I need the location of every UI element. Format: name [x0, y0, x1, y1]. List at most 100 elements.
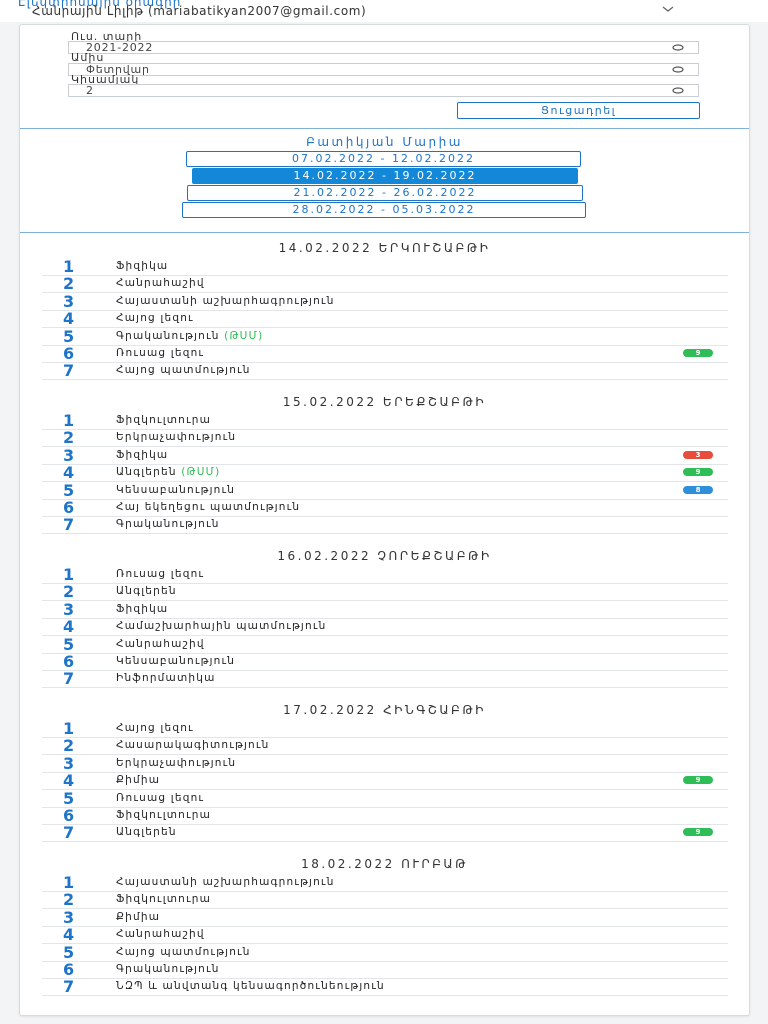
lesson-row: 2 Հասարակագիտություն	[42, 736, 728, 756]
grade-badge[interactable]: 8	[683, 485, 713, 494]
lesson-row: 3 Երկրաչափություն	[42, 753, 728, 773]
diary-card: Ուս. տարի 2021-2022 Ամիս Փետրվար Կիսամյա…	[19, 24, 750, 1016]
day-header: 15.02.2022 ԵՐԵՔՇԱԲԹԻ	[282, 395, 487, 409]
subject-name: Ֆիզկուլտուրա	[116, 414, 212, 426]
lesson-row: 1 Ռուսաց լեզու	[42, 565, 728, 584]
lesson-number: 2	[63, 736, 75, 756]
lesson-subject: Կենսաբանություն	[116, 484, 235, 496]
subject-name: Ֆիզկուլտուրա	[116, 893, 212, 906]
lesson-number: 4	[63, 771, 75, 791]
lesson-subject: Ֆիզիկա	[116, 260, 168, 272]
subject-name: Գրականություն	[116, 963, 220, 975]
lesson-number: 2	[63, 582, 75, 602]
lesson-row: 5 Կենսաբանություն 8	[42, 480, 728, 500]
lesson-row: 1 Հայոց լեզու	[42, 719, 728, 738]
top-bar: Էլեկտրոնային օրագիր Հանրային Լիլիթ (mari…	[0, 0, 768, 22]
lesson-row: 3 Ֆիզիկա	[42, 599, 728, 619]
lesson-subject: Ֆիզկուլտուրա	[116, 893, 211, 905]
lesson-subject: Հայաստանի աշխարհագրություն	[116, 876, 335, 888]
lesson-subject: Հանրահաշիվ	[116, 277, 205, 289]
year-select[interactable]: 2021-2022	[68, 41, 699, 54]
subject-name: Ֆիզկուլտուրա	[116, 809, 212, 821]
lesson-number: 3	[63, 291, 75, 311]
subject-name: Ֆիզիկա	[116, 602, 169, 615]
lesson-number: 5	[63, 634, 75, 654]
lesson-row: 3 Քիմիա	[42, 907, 728, 927]
lesson-subject: Հայոց լեզու	[116, 312, 194, 324]
lesson-row: 7 Գրականություն	[42, 515, 728, 535]
lesson-number: 6	[63, 652, 75, 671]
lesson-row: 6 Հայ եկեղեցու պատմություն	[42, 498, 728, 517]
lesson-subject: Գրականություն	[116, 518, 220, 530]
lesson-number: 1	[63, 257, 75, 276]
lesson-number: 2	[63, 428, 75, 448]
grade-badge[interactable]: 9	[683, 776, 713, 785]
subject-name: Կենսաբանություն	[116, 655, 236, 667]
lesson-row: 6 Գրականություն	[42, 960, 728, 979]
week-button[interactable]: 14.02.2022 - 19.02.2022	[192, 168, 578, 184]
lesson-subject: Հանրահաշիվ	[116, 928, 205, 940]
divider	[20, 232, 749, 233]
lesson-row: 1 Ֆիզիկա	[42, 257, 728, 276]
subject-name: ՆԶՊ և անվտանգ կենսագործունեություն	[116, 980, 385, 993]
dropdown-arrow-icon	[672, 66, 684, 73]
subject-name: Ֆիզիկա	[116, 260, 169, 272]
lesson-number: 1	[63, 873, 75, 892]
month-select[interactable]: Փետրվար	[68, 63, 699, 76]
dropdown-arrow-icon	[672, 44, 684, 51]
lesson-number: 5	[63, 480, 75, 500]
lesson-row: 6 Ֆիզկուլտուրա	[42, 806, 728, 825]
semester-value: 2	[86, 84, 94, 97]
grade-badge[interactable]: 3	[683, 450, 713, 459]
lesson-subject: Հանրահաշիվ	[116, 638, 205, 650]
lesson-number: 4	[63, 463, 75, 483]
subject-name: Ինֆորմատիկա	[116, 672, 216, 685]
grade-badge[interactable]: 9	[683, 349, 713, 357]
lesson-number: 2	[63, 890, 75, 910]
lesson-row: 7 ՆԶՊ և անվտանգ կենսագործունեություն	[42, 977, 728, 997]
semester-select[interactable]: 2	[68, 84, 699, 97]
show-button[interactable]: Ցուցադրել	[457, 102, 700, 119]
lesson-subject: Ռուսաց լեզու	[116, 568, 204, 580]
subject-name: Անգլերեն	[116, 466, 177, 479]
lesson-subject: Քիմիա	[116, 911, 160, 923]
subject-name: Հասարակագիտություն	[116, 739, 270, 752]
day-header: 18.02.2022 ՈՒՐԲԱԹ	[301, 857, 468, 871]
lesson-number: 7	[63, 823, 75, 843]
lesson-number: 3	[63, 753, 75, 773]
lesson-row: 4 Համաշխարհային պատմություն	[42, 617, 728, 637]
week-button[interactable]: 28.02.2022 - 05.03.2022	[182, 202, 586, 218]
lesson-number: 7	[63, 515, 75, 535]
chevron-down-icon[interactable]	[660, 2, 676, 16]
dropdown-arrow-icon	[672, 87, 684, 94]
lesson-number: 4	[63, 617, 75, 637]
lesson-row: 3 Հայաստանի աշխարհագրություն	[42, 291, 728, 311]
grade-badge[interactable]: 9	[683, 468, 713, 477]
lesson-number: 1	[63, 411, 75, 430]
week-button[interactable]: 07.02.2022 - 12.02.2022	[186, 151, 581, 167]
lesson-subject: Հասարակագիտություն	[116, 739, 269, 751]
subject-name: Ռուսաց լեզու	[116, 791, 205, 804]
lesson-number: 5	[63, 326, 75, 346]
user-account[interactable]: Հանրային Լիլիթ (mariabatikyan2007@gmail.…	[32, 4, 366, 18]
grade-badge[interactable]: 9	[683, 828, 713, 837]
lesson-number: 3	[63, 907, 75, 927]
lesson-subject: Ֆիզիկա	[116, 449, 168, 461]
lesson-subject: Ռուսաց լեզու	[116, 792, 204, 804]
lesson-row: 2 Ֆիզկուլտուրա	[42, 890, 728, 910]
subject-name: Հանրահաշիվ	[116, 928, 205, 941]
subject-name: Հայաստանի աշխարհագրություն	[116, 876, 335, 888]
lesson-subject: Երկրաչափություն	[116, 757, 236, 769]
lesson-row: 1 Ֆիզկուլտուրա	[42, 411, 728, 430]
lesson-number: 3	[63, 599, 75, 619]
lesson-row: 5 Հանրահաշիվ	[42, 634, 728, 654]
week-button[interactable]: 21.02.2022 - 26.02.2022	[187, 185, 583, 201]
lesson-number: 7	[63, 977, 75, 997]
lesson-subject: Անգլերեն (ԹՍՄ)	[116, 466, 220, 478]
lesson-number: 1	[63, 719, 75, 738]
lesson-subject: Անգլերեն	[116, 585, 177, 597]
lesson-number: 4	[63, 925, 75, 945]
subject-name: Անգլերեն	[116, 826, 177, 839]
lesson-number: 7	[63, 669, 75, 689]
lesson-row: 2 Անգլերեն	[42, 582, 728, 602]
